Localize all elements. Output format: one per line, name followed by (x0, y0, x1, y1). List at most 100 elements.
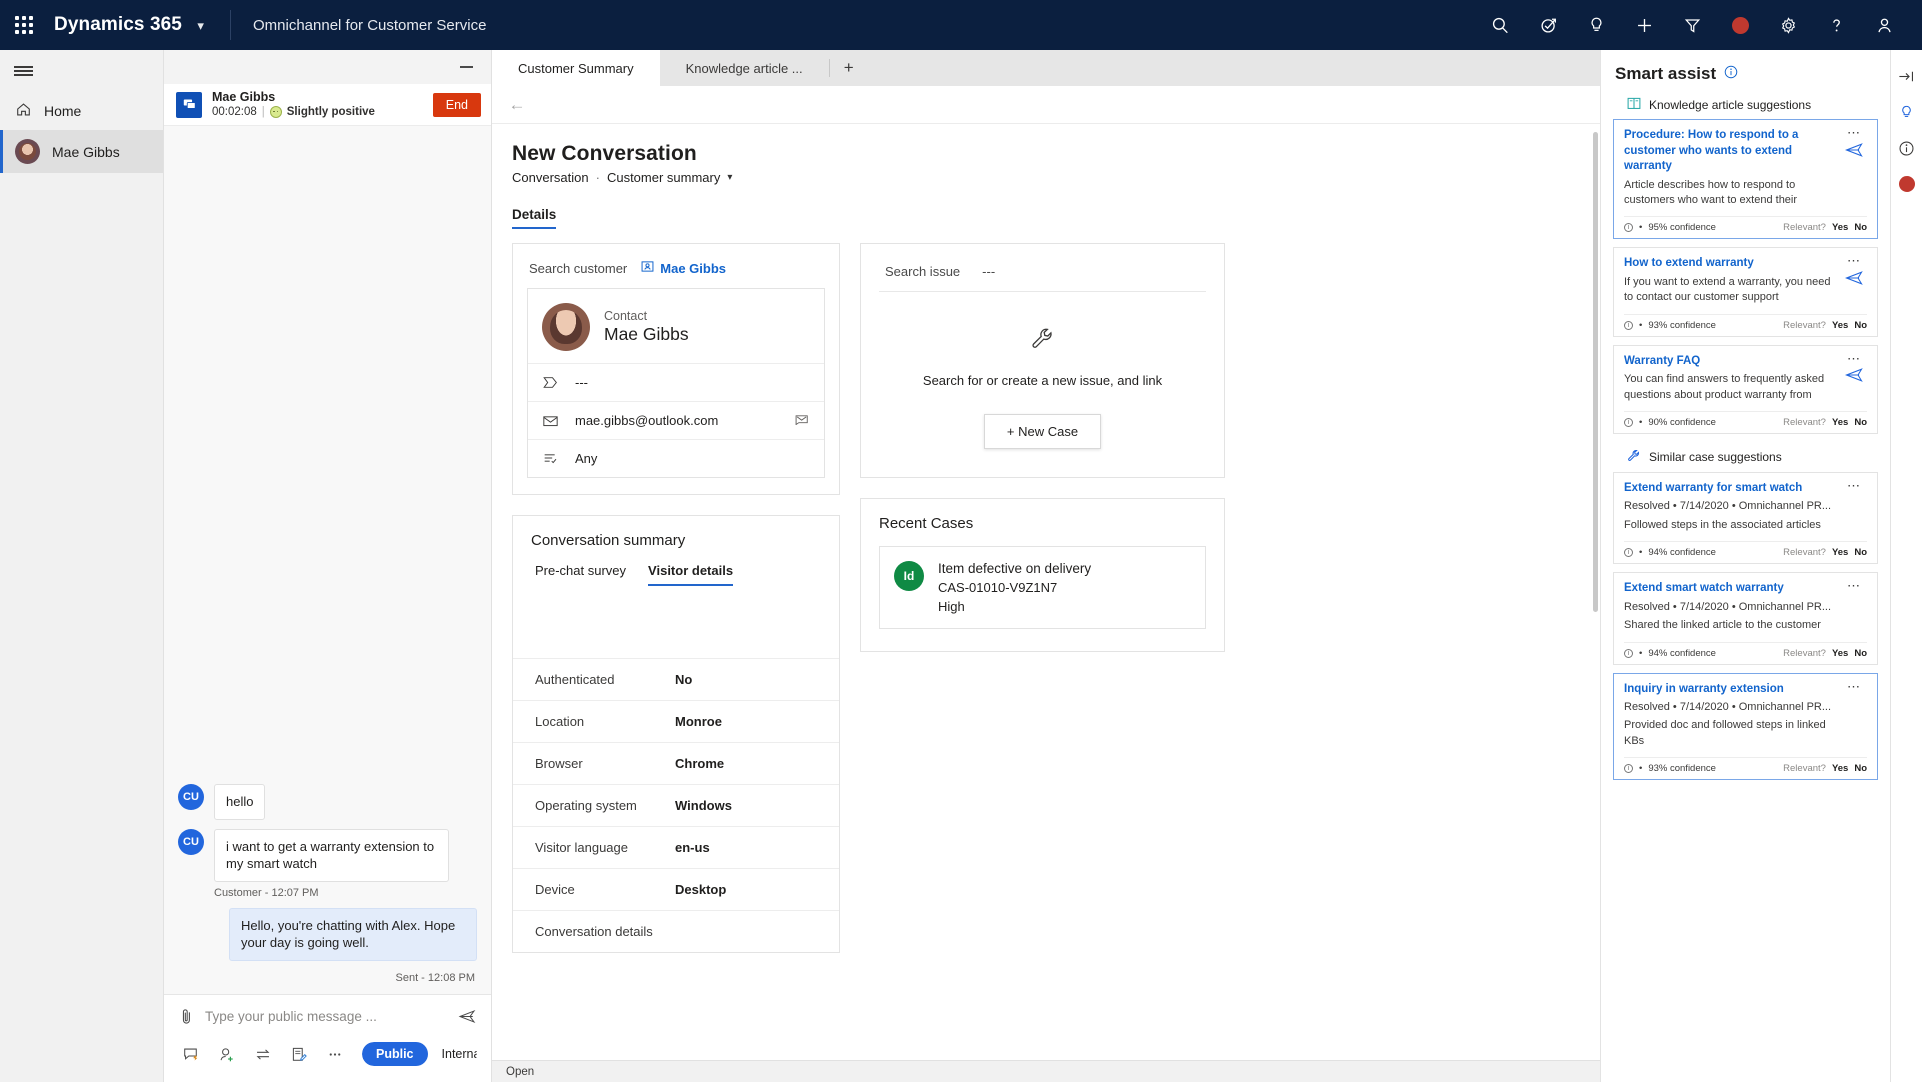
expand-icon[interactable] (1891, 58, 1922, 94)
filter-icon[interactable] (1668, 0, 1716, 50)
mode-internal-button[interactable]: Internal (428, 1042, 477, 1066)
search-icon[interactable] (1476, 0, 1524, 50)
relevant-yes-button[interactable]: Yes (1832, 547, 1848, 558)
suggestion-card[interactable]: Inquiry in warranty extension Resolved •… (1613, 672, 1878, 781)
more-icon[interactable]: ⋯ (1847, 126, 1861, 139)
suggestion-card[interactable]: Procedure: How to respond to a customer … (1613, 119, 1878, 240)
suggestion-card[interactable]: Warranty FAQ You can find answers to fre… (1613, 344, 1878, 434)
search-issue-value[interactable]: --- (982, 264, 995, 279)
relevant-no-button[interactable]: No (1854, 763, 1867, 774)
assistant-icon[interactable] (1524, 0, 1572, 50)
relevant-yes-button[interactable]: Yes (1832, 417, 1848, 428)
back-icon[interactable]: ← (504, 92, 530, 118)
send-icon[interactable] (1845, 142, 1863, 162)
relevant-no-button[interactable]: No (1854, 648, 1867, 659)
more-icon[interactable]: ⋯ (1847, 680, 1861, 693)
settings-icon[interactable] (1764, 0, 1812, 50)
info-icon[interactable]: i (1624, 223, 1633, 233)
sidebar-item-home[interactable]: Home (0, 92, 163, 130)
relevant-no-button[interactable]: No (1854, 222, 1867, 233)
info-icon[interactable]: i (1624, 764, 1633, 774)
suggestion-title[interactable]: Inquiry in warranty extension (1624, 682, 1835, 698)
visitor-detail-key: Authenticated (535, 672, 615, 687)
contact-detail-card: Contact Mae Gibbs --- mae.gibbs@outlook.… (527, 288, 825, 478)
relevant-yes-button[interactable]: Yes (1832, 320, 1848, 331)
idea-icon[interactable] (1572, 0, 1620, 50)
tab-customer-summary[interactable]: Customer Summary (492, 50, 660, 86)
sidebar-item-mae-gibbs[interactable]: Mae Gibbs (0, 130, 163, 173)
more-icon[interactable]: ⋯ (1847, 352, 1861, 365)
suggestion-card[interactable]: Extend smart watch warranty Resolved • 7… (1613, 572, 1878, 665)
notes-icon[interactable] (290, 1046, 308, 1063)
more-icon[interactable]: ⋯ (1847, 254, 1861, 267)
left-site-map-rail: Home Mae Gibbs (0, 50, 164, 1082)
message-input[interactable] (205, 1005, 448, 1028)
relevant-yes-button[interactable]: Yes (1832, 763, 1848, 774)
suggestion-title[interactable]: How to extend warranty (1624, 256, 1835, 272)
relevant-yes-button[interactable]: Yes (1832, 648, 1848, 659)
smart-assist-suggestions[interactable]: Knowledge article suggestions Procedure:… (1601, 90, 1890, 1082)
selected-customer-link[interactable]: Mae Gibbs (641, 260, 726, 276)
app-launcher-button[interactable] (0, 16, 48, 34)
send-icon[interactable] (1845, 271, 1863, 290)
suggestion-title[interactable]: Procedure: How to respond to a customer … (1624, 128, 1835, 175)
info-icon[interactable] (1891, 130, 1922, 166)
more-icon[interactable] (326, 1046, 344, 1063)
recent-case-item[interactable]: Id Item defective on delivery CAS-01010-… (879, 546, 1206, 629)
form-scrollbar[interactable] (1593, 132, 1598, 612)
info-icon[interactable]: i (1624, 648, 1633, 658)
idea-icon[interactable] (1891, 94, 1922, 130)
info-icon[interactable] (1724, 65, 1738, 84)
site-map-toggle-button[interactable] (0, 50, 163, 92)
record-icon[interactable] (1891, 166, 1922, 202)
transfer-icon[interactable] (254, 1046, 272, 1063)
suggestion-body: How to extend warranty If you want to ex… (1624, 254, 1867, 305)
help-icon[interactable] (1812, 0, 1860, 50)
conversation-details-footer[interactable]: Conversation details (513, 910, 839, 952)
mode-public-button[interactable]: Public (362, 1042, 428, 1066)
more-icon[interactable]: ⋯ (1847, 579, 1861, 592)
suggestion-card[interactable]: How to extend warranty If you want to ex… (1613, 247, 1878, 337)
contact-field-value[interactable]: mae.gibbs@outlook.com (575, 413, 779, 428)
add-agent-icon[interactable] (218, 1046, 236, 1063)
minimize-button[interactable] (455, 66, 477, 68)
record-icon[interactable] (1716, 0, 1764, 50)
suggestion-card[interactable]: Extend warranty for smart watch Resolved… (1613, 471, 1878, 565)
avatar (15, 139, 40, 164)
relevant-no-button[interactable]: No (1854, 547, 1867, 558)
more-icon[interactable]: ⋯ (1847, 479, 1861, 492)
info-icon[interactable]: i (1624, 417, 1633, 427)
relevant-yes-button[interactable]: Yes (1832, 222, 1848, 233)
suggestion-title[interactable]: Warranty FAQ (1624, 354, 1835, 370)
confidence-label: 95% confidence (1648, 222, 1716, 234)
relevant-no-button[interactable]: No (1854, 417, 1867, 428)
form-scroll-area[interactable]: New Conversation Conversation · Customer… (492, 124, 1600, 1060)
user-icon[interactable] (1860, 0, 1908, 50)
brand-title[interactable]: Dynamics 365 ▾ (48, 14, 204, 36)
add-icon[interactable] (1620, 0, 1668, 50)
send-message-icon[interactable] (458, 1008, 477, 1025)
info-icon[interactable]: i (1624, 320, 1633, 330)
info-icon[interactable]: i (1624, 548, 1633, 558)
relevant-no-button[interactable]: No (1854, 320, 1867, 331)
attachment-icon[interactable] (178, 1007, 195, 1026)
issue-empty-state: Search for or create a new issue, and li… (861, 292, 1224, 477)
chevron-down-icon[interactable]: ▾ (727, 172, 732, 183)
contact-field-value: --- (575, 375, 588, 390)
new-case-button[interactable]: + New Case (983, 414, 1102, 449)
send-icon[interactable] (1845, 368, 1863, 387)
tab-details[interactable]: Details (512, 207, 557, 229)
end-conversation-button[interactable]: End (432, 92, 481, 117)
visitor-detail-key: Device (535, 882, 575, 897)
tab-knowledge-article[interactable]: Knowledge article ... (660, 50, 829, 86)
suggestion-actions: ⋯ (1841, 352, 1867, 403)
breadcrumb-form[interactable]: Customer summary (607, 170, 720, 185)
send-email-icon[interactable] (795, 413, 810, 428)
suggestion-title[interactable]: Extend warranty for smart watch (1624, 481, 1835, 497)
quick-reply-icon[interactable] (182, 1046, 200, 1063)
tab-visitor-details[interactable]: Visitor details (648, 563, 734, 586)
suggestion-title[interactable]: Extend smart watch warranty (1624, 581, 1835, 597)
search-issue-label: Search issue (885, 264, 961, 279)
add-tab-button[interactable]: + (830, 50, 868, 86)
tab-pre-chat-survey[interactable]: Pre-chat survey (535, 563, 626, 586)
